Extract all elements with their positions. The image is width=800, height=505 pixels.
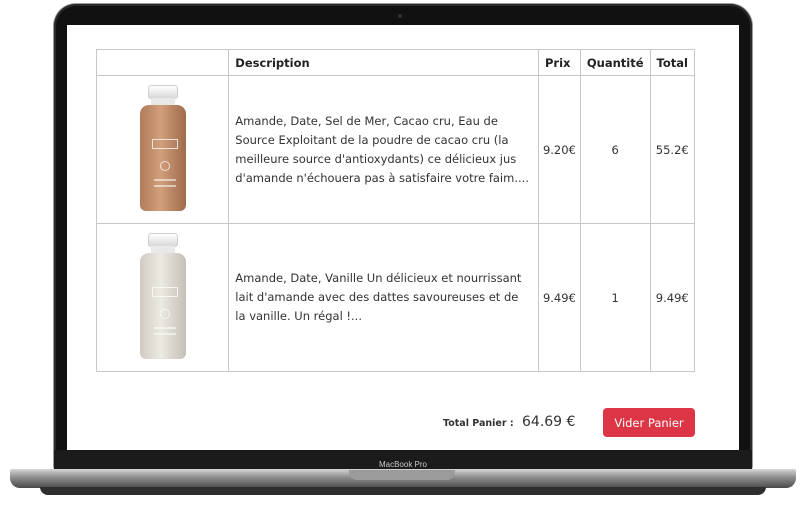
header-description: Description xyxy=(228,49,539,76)
laptop-notch xyxy=(349,470,455,480)
cart-total-value: 64.69 € xyxy=(522,414,576,430)
device-label: MacBook Pro xyxy=(378,460,428,469)
cart-total-label: Total Panier : xyxy=(443,418,514,429)
vanilla-almond-bottle-image xyxy=(138,233,188,359)
chocolate-almond-bottle-image xyxy=(138,85,188,211)
product-price: 9.20€ xyxy=(537,75,581,224)
clear-cart-button[interactable]: Vider Panier xyxy=(603,408,695,437)
product-image-cell xyxy=(95,223,230,372)
laptop-base-bottom xyxy=(40,487,766,495)
header-image xyxy=(95,49,230,76)
camera-icon xyxy=(398,14,402,18)
table-row: Amande, Date, Sel de Mer, Cacao cru, Eau… xyxy=(95,75,696,224)
screen: Description Prix Quantité Total Amande, … xyxy=(67,25,739,450)
product-price: 9.49€ xyxy=(537,223,581,372)
header-price: Prix xyxy=(537,49,581,76)
product-total: 55.2€ xyxy=(649,75,696,224)
table-row: Amande, Date, Vanille Un délicieux et no… xyxy=(95,223,696,372)
header-total: Total xyxy=(649,49,696,76)
product-total: 9.49€ xyxy=(649,223,696,372)
product-quantity: 1 xyxy=(579,223,651,372)
product-description: Amande, Date, Sel de Mer, Cacao cru, Eau… xyxy=(228,75,539,224)
header-quantity: Quantité xyxy=(579,49,651,76)
product-description: Amande, Date, Vanille Un délicieux et no… xyxy=(228,223,539,372)
cart-header-row: Description Prix Quantité Total xyxy=(95,49,696,76)
product-quantity: 6 xyxy=(579,75,651,224)
product-image-cell xyxy=(95,75,230,224)
cart-table: Description Prix Quantité Total Amande, … xyxy=(95,49,696,372)
